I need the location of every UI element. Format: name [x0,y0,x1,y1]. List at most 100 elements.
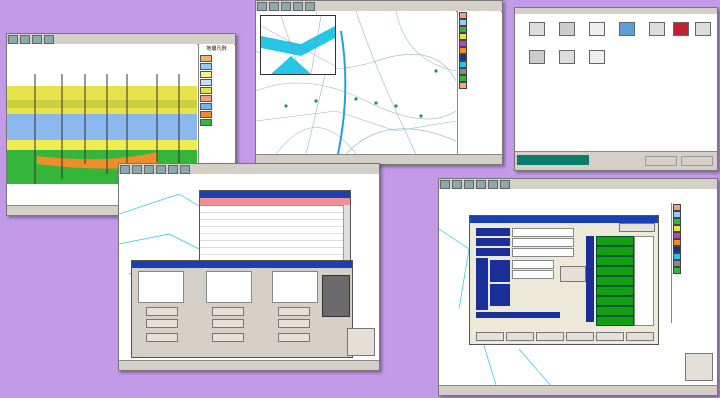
layer-panel [457,11,501,154]
form-action-button[interactable] [560,266,586,282]
form-label [476,238,510,246]
toolbar-button[interactable] [20,35,30,44]
toolbar-button[interactable] [281,2,291,11]
form-field[interactable] [512,270,554,279]
list-row[interactable] [200,248,350,255]
toolbar-button[interactable] [440,180,450,189]
panel-button[interactable] [278,319,310,328]
green-field[interactable] [596,316,634,326]
taskbar [515,151,717,170]
detail-card [206,271,252,303]
detail-card [138,271,184,303]
green-field[interactable] [596,306,634,316]
file-icon[interactable] [581,22,613,38]
file-icon[interactable] [521,22,553,38]
start-button[interactable] [517,155,589,165]
green-field[interactable] [596,246,634,256]
toolbar-button[interactable] [168,165,178,174]
panel-button[interactable] [146,307,178,316]
green-field[interactable] [596,236,634,246]
navigator-widget[interactable] [685,353,713,381]
form-footer-button[interactable] [626,332,654,341]
taskbar-item[interactable] [681,156,713,166]
value-column[interactable] [634,236,654,326]
toolbar-button[interactable] [180,165,190,174]
toolbar-button[interactable] [44,35,54,44]
list-row[interactable] [200,220,350,227]
form-label [476,228,510,236]
form-footer-button[interactable] [566,332,594,341]
toolbar-button[interactable] [132,165,142,174]
toolbar-button[interactable] [500,180,510,189]
panel-button[interactable] [278,333,310,342]
panel-button[interactable] [212,319,244,328]
toolbar-button[interactable] [305,2,315,11]
form-footer-button[interactable] [506,332,534,341]
side-label [586,236,594,322]
toolbar-button[interactable] [156,165,166,174]
file-icon[interactable] [611,22,643,38]
toolbar-button[interactable] [144,165,154,174]
form-label [476,258,488,310]
form-field[interactable] [512,238,574,247]
navigator-widget[interactable] [347,328,375,356]
panel-button[interactable] [212,307,244,316]
section-header [476,312,560,318]
overview-map[interactable] [260,15,336,75]
toolbar-button[interactable] [464,180,474,189]
taskbar-item[interactable] [645,156,677,166]
list-header [200,198,350,206]
screenshot-file-browser [514,7,718,171]
file-icon[interactable] [521,50,553,66]
screenshot-record-list [118,163,380,371]
toolbar-button[interactable] [488,180,498,189]
form-field[interactable] [512,248,574,257]
side-gauge [322,275,350,317]
window-title [200,191,350,198]
detail-panels-window [131,260,353,358]
detail-card [272,271,318,303]
toolbar-button[interactable] [32,35,42,44]
toolbar-button[interactable] [269,2,279,11]
window-title [132,261,352,268]
panel-button[interactable] [212,333,244,342]
status-bar [119,360,379,370]
form-label [476,248,510,256]
file-icon[interactable] [581,50,613,66]
form-footer-button[interactable] [536,332,564,341]
file-icon[interactable] [551,22,583,38]
panel-button[interactable] [278,307,310,316]
green-field[interactable] [596,296,634,306]
panel-button[interactable] [146,333,178,342]
panel-button[interactable] [146,319,178,328]
file-icon[interactable] [687,22,717,38]
layer-panel [671,203,717,323]
list-row[interactable] [200,213,350,220]
toolbar-button[interactable] [257,2,267,11]
green-field[interactable] [596,266,634,276]
toolbar-button[interactable] [8,35,18,44]
form-footer-button[interactable] [476,332,504,341]
form-field[interactable] [512,228,574,237]
green-field[interactable] [596,276,634,286]
toolbar-button[interactable] [293,2,303,11]
form-field[interactable] [512,260,554,269]
screenshot-map-viewer [255,0,503,165]
close-form-button[interactable] [619,223,655,232]
entry-form-window [469,215,659,345]
list-row[interactable] [200,206,350,213]
screenshot-data-entry [438,178,718,396]
list-row[interactable] [200,241,350,248]
toolbar-button[interactable] [476,180,486,189]
list-row[interactable] [200,234,350,241]
form-footer-button[interactable] [596,332,624,341]
file-grid [515,14,717,152]
green-field[interactable] [596,286,634,296]
toolbar-button[interactable] [452,180,462,189]
green-field[interactable] [596,256,634,266]
file-icon[interactable] [551,50,583,66]
window-title [470,216,658,223]
status-bar [439,385,717,395]
list-row[interactable] [200,227,350,234]
toolbar-button[interactable] [120,165,130,174]
